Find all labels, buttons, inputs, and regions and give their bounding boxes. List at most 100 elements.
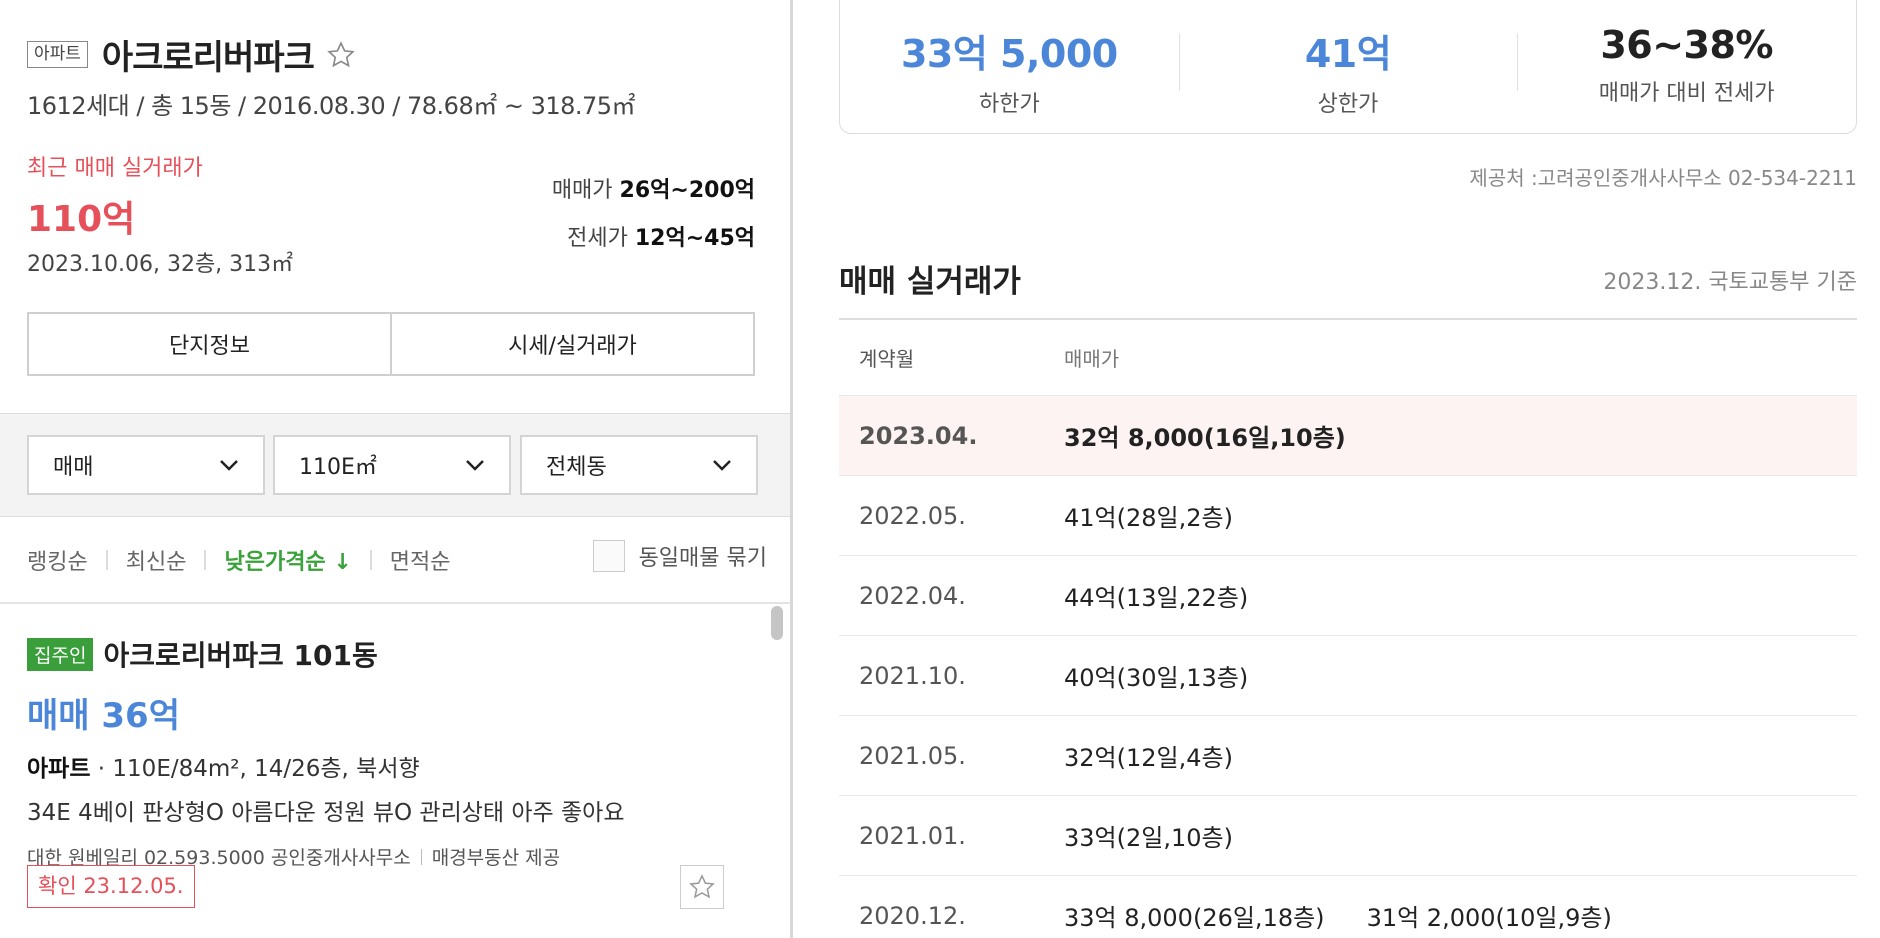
list-divider [0,602,790,604]
listing-scrollbar[interactable] [768,606,786,938]
owner-badge: 집주인 [27,637,94,671]
filter-bar: 매매 110E㎡ 전체동 [0,413,790,517]
star-icon [689,874,715,899]
table-row: 2021.05. 32억(12일,4층) [839,716,1857,796]
table-row: 2020.12. 33억 8,000(26일,18층) 31억 2,000(10… [839,876,1857,938]
stat-ratio: 36~38% 매매가 대비 전세가 [1517,0,1856,133]
agency-divider [420,848,422,865]
price-panel: 33억 5,000 하한가 41억 상한가 36~38% 매매가 대비 전세가 … [793,0,1880,938]
price-entry: 41억(28일,2층) [1064,504,1233,532]
transactions-source-note: 2023.12. 국토교통부 기준 [1603,270,1857,295]
listing-type: 아파트 [27,756,91,782]
price-stats-box: 33억 5,000 하한가 41억 상한가 36~38% 매매가 대비 전세가 [839,0,1857,134]
table-header: 계약월 매매가 [839,318,1857,396]
sale-range-label: 매매가 [551,178,613,203]
table-row: 2021.10. 40억(30일,13층) [839,636,1857,716]
sort-latest[interactable]: 최신순 [126,544,187,576]
row-month: 2021.01. [859,821,966,850]
row-price: 32억(12일,4층) [1064,738,1857,773]
transactions-table: 계약월 매매가 2023.04. 32억 8,000(16일,10층) 2022… [839,318,1857,938]
price-entry: 31억 2,000(10일,9층) [1366,904,1612,932]
sort-divider [369,550,372,570]
sort-low-price-label: 낮은가격순 [224,550,326,575]
jeonse-ratio-value: 36~38% [1600,23,1774,67]
trade-type-select[interactable]: 매매 [27,435,265,495]
scrollbar-thumb[interactable] [771,606,783,640]
listing-item[interactable]: 집주인 아크로리버파크 101동 매매 36억 아파트 · 110E/84m², … [27,634,757,870]
sale-price-range: 매매가 26억~200억 [552,172,755,204]
complex-name: 아크로리버파크 [101,38,315,78]
jeonse-ratio-label: 매매가 대비 전세가 [1598,81,1775,106]
table-row: 2022.05. 41억(28일,2층) [839,476,1857,556]
chevron-down-icon [466,460,484,471]
sale-range-value: 26억~200억 [619,178,755,203]
sort-ranking[interactable]: 랭킹순 [27,544,88,576]
stat-lower: 33억 5,000 하한가 [840,0,1179,133]
group-same-label: 동일매물 묶기 [638,546,767,571]
listing-spec: 아파트 · 110E/84m², 14/26층, 북서향 [27,749,757,783]
stat-upper: 41억 상한가 [1178,0,1518,133]
sort-divider [105,550,108,570]
jeonse-range-label: 전세가 [567,226,628,251]
complex-summary: 1612세대 / 총 15동 / 2016.08.30 / 78.68㎡ ~ 3… [27,92,636,120]
recent-trade-label: 최근 매매 실거래가 [27,156,203,181]
table-row: 2023.04. 32억 8,000(16일,10층) [839,396,1857,476]
price-entry: 32억 8,000(16일,10층) [1064,424,1346,452]
table-row: 2021.01. 33억(2일,10층) [839,796,1857,876]
chevron-down-icon [713,460,731,471]
building-value: 전체동 [546,455,607,480]
row-month: 2023.04. [859,421,978,450]
header-month: 계약월 [859,347,915,371]
data-provider: 제공처 :고려공인중개사사무소 02-534-2211 [1469,166,1857,190]
row-month: 2020.12. [859,901,966,930]
header-price: 매매가 [1064,347,1120,371]
sort-area[interactable]: 면적순 [390,544,451,576]
table-row: 2022.04. 44억(13일,22층) [839,556,1857,636]
listing-source: 매경부동산 제공 [431,847,561,869]
listing-name: 아크로리버파크 101동 [103,639,378,672]
recent-trade-price: 110억 [27,199,136,240]
row-price: 33억(2일,10층) [1064,818,1857,853]
group-same-checkbox[interactable] [592,540,625,572]
row-month: 2022.04. [859,581,966,610]
lower-price-value: 33억 5,000 [900,32,1118,76]
row-price: 32억 8,000(16일,10층) [1064,418,1857,453]
row-month: 2021.05. [859,741,966,770]
row-price: 41억(28일,2층) [1064,498,1857,533]
row-month: 2021.10. [859,661,966,690]
complex-panel: 아파트 아크로리버파크 1612세대 / 총 15동 / 2016.08.30 … [0,0,790,938]
price-entry: 33억(2일,10층) [1064,824,1233,852]
area-value: 110E㎡ [299,455,377,480]
area-select[interactable]: 110E㎡ [273,435,511,495]
tab-price-history[interactable]: 시세/실거래가 [390,314,753,374]
price-entry: 32억(12일,4층) [1064,744,1233,772]
price-entry: 33억 8,000(26일,18층) [1064,904,1325,932]
sort-options: 랭킹순 최신순 낮은가격순 ↓ 면적순 동일매물 묶기 [27,540,767,580]
transactions-title: 매매 실거래가 [839,264,1021,300]
row-month: 2022.05. [859,501,966,530]
verified-date-badge: 확인 23.12.05. [27,865,195,908]
jeonse-range-value: 12억~45억 [634,226,755,251]
chevron-down-icon [220,460,238,471]
row-price: 44억(13일,22층) [1064,578,1857,613]
listing-favorite-button[interactable] [680,865,724,909]
sort-divider [204,550,207,570]
building-select[interactable]: 전체동 [520,435,758,495]
upper-price-value: 41억 [1304,32,1392,76]
listing-price: 매매 36억 [27,696,180,736]
property-type-badge: 아파트 [27,41,88,68]
listing-spec-detail: · 110E/84m², 14/26층, 북서향 [90,756,420,782]
lower-price-label: 하한가 [978,92,1040,117]
price-entry: 40억(30일,13층) [1064,664,1249,692]
recent-trade-detail: 2023.10.06, 32층, 313㎡ [27,252,294,277]
row-price: 40억(30일,13층) [1064,658,1857,693]
price-entry: 44억(13일,22층) [1064,584,1249,612]
complex-tabs: 단지정보 시세/실거래가 [27,312,755,376]
upper-price-label: 상한가 [1317,92,1379,117]
favorite-star-icon[interactable] [324,38,358,72]
sort-low-price[interactable]: 낮은가격순 ↓ [224,544,351,576]
tab-complex-info[interactable]: 단지정보 [29,314,390,374]
listing-description: 34E 4베이 판상형O 아름다운 정원 뷰O 관리상태 아주 좋아요 [27,800,625,826]
row-price: 33억 8,000(26일,18층) 31억 2,000(10일,9층) [1064,898,1857,933]
arrow-down-icon: ↓ [333,550,352,575]
